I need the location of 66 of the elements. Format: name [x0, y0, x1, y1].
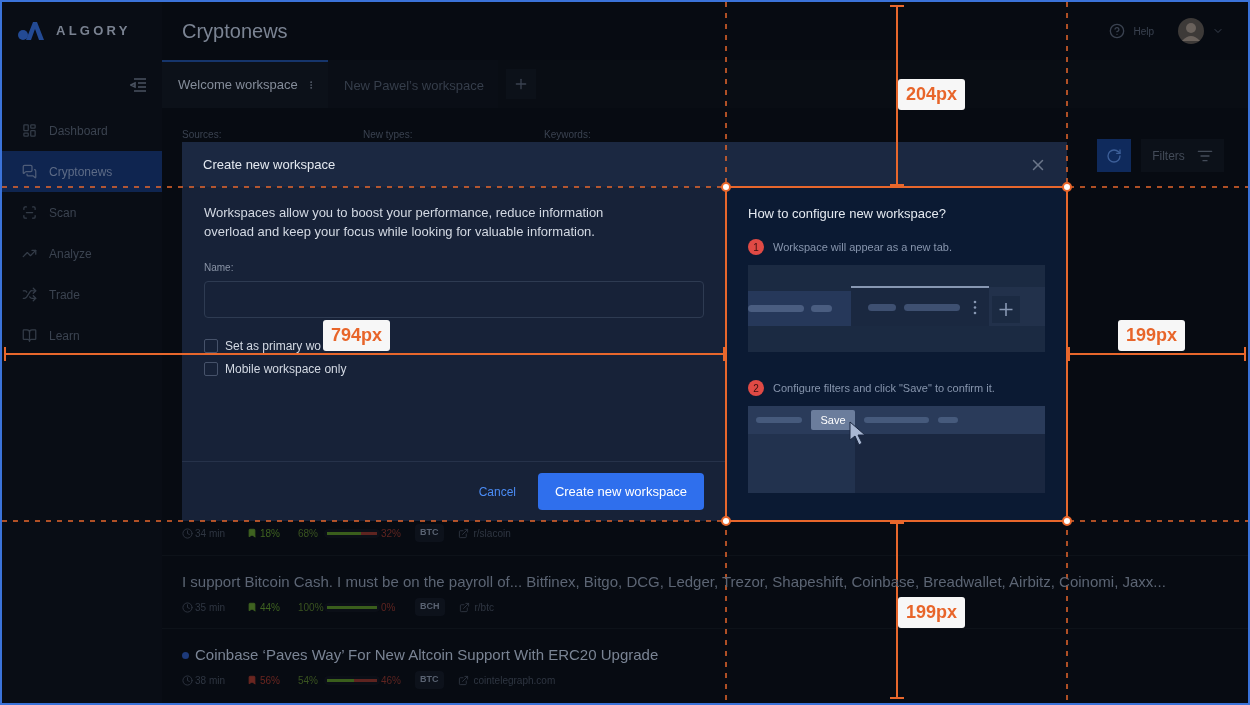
measure-label: 204px [898, 79, 966, 110]
news-title[interactable]: Coinbase ‘Paves Way’ For New Altcoin Support With ERC20 Upgrade [195, 643, 659, 667]
step-text: Configure filters and click "Save" to confirm it. [773, 380, 995, 396]
link-icon [458, 601, 470, 613]
link-icon [457, 674, 469, 686]
filter-label: Sources: [182, 129, 222, 140]
filter-label: Keywords: [544, 129, 591, 140]
checkbox[interactable] [204, 362, 218, 376]
positive-percent: 54% [298, 673, 319, 688]
dashboard-icon [22, 123, 37, 138]
clock-icon [182, 601, 193, 613]
checkbox-label: Set as primary wo [225, 338, 322, 355]
measure-label: 199px [898, 597, 966, 628]
help-title: How to configure new workspace? [748, 205, 947, 223]
bookmark-percent: 56% [260, 673, 281, 688]
negative-percent: 32% [381, 526, 402, 541]
collapse-icon[interactable] [130, 78, 146, 92]
more-icon[interactable] [309, 78, 312, 92]
coin-tag: BTC [415, 524, 444, 542]
chat-icon [22, 164, 37, 179]
measure-label: 794px [323, 320, 391, 351]
filter-label: New types: [363, 129, 413, 140]
help-link[interactable]: Help [1133, 23, 1154, 39]
name-label: Name: [204, 262, 235, 274]
measure-label: 199px [1118, 320, 1186, 351]
positive-percent: 68% [298, 526, 319, 541]
nav-item[interactable]: Trade [2, 274, 162, 315]
page-title: Cryptonews [182, 19, 288, 44]
clock-icon [182, 527, 193, 539]
help-icon[interactable] [1109, 23, 1126, 39]
dialog-title: Create new workspace [203, 155, 336, 174]
nav-item[interactable]: Cryptonews [2, 151, 162, 192]
shuffle-icon [22, 287, 37, 302]
negative-percent: 46% [381, 673, 402, 688]
name-field[interactable] [204, 281, 704, 318]
checkbox[interactable] [204, 339, 218, 353]
create-button[interactable]: Create new workspace [538, 473, 704, 510]
filters-button[interactable]: Filters [1141, 139, 1224, 172]
nav-item[interactable]: Dashboard [2, 110, 162, 151]
refresh-icon [1106, 147, 1122, 164]
nav-item[interactable]: Scan [2, 192, 162, 233]
book-icon [22, 328, 37, 343]
negative-percent: 0% [381, 600, 397, 615]
step-number: 2 [748, 380, 764, 396]
bookmark-percent: 44% [260, 600, 281, 615]
intro-text: Workspaces allow you to boost your performance, reduce information overload and keep your focus while looking for valuable information. [204, 204, 605, 241]
step-number: 1 [748, 239, 764, 255]
nav-item[interactable]: Analyze [2, 233, 162, 274]
nav-item[interactable]: Learn [2, 315, 162, 356]
refresh-button[interactable] [1097, 139, 1131, 172]
coin-tag: BTC [415, 671, 444, 689]
coin-tag: BCH [415, 598, 445, 616]
step-text: Workspace will appear as a new tab. [773, 239, 952, 255]
link-icon [457, 527, 469, 539]
cancel-button[interactable]: Cancel [478, 482, 516, 501]
clock-icon [182, 674, 193, 686]
logo-icon [18, 22, 44, 40]
logo-text: ALGORY [56, 22, 131, 41]
checkbox-label: Mobile workspace only [225, 361, 347, 378]
bookmark-percent: 18% [260, 526, 281, 541]
scan-icon [22, 205, 37, 220]
plus-icon [513, 76, 529, 92]
avatar[interactable] [1178, 18, 1204, 44]
positive-percent: 100% [298, 600, 324, 615]
add-tab-button[interactable] [506, 69, 536, 99]
workspace-tab[interactable]: Welcome workspace [162, 60, 328, 108]
